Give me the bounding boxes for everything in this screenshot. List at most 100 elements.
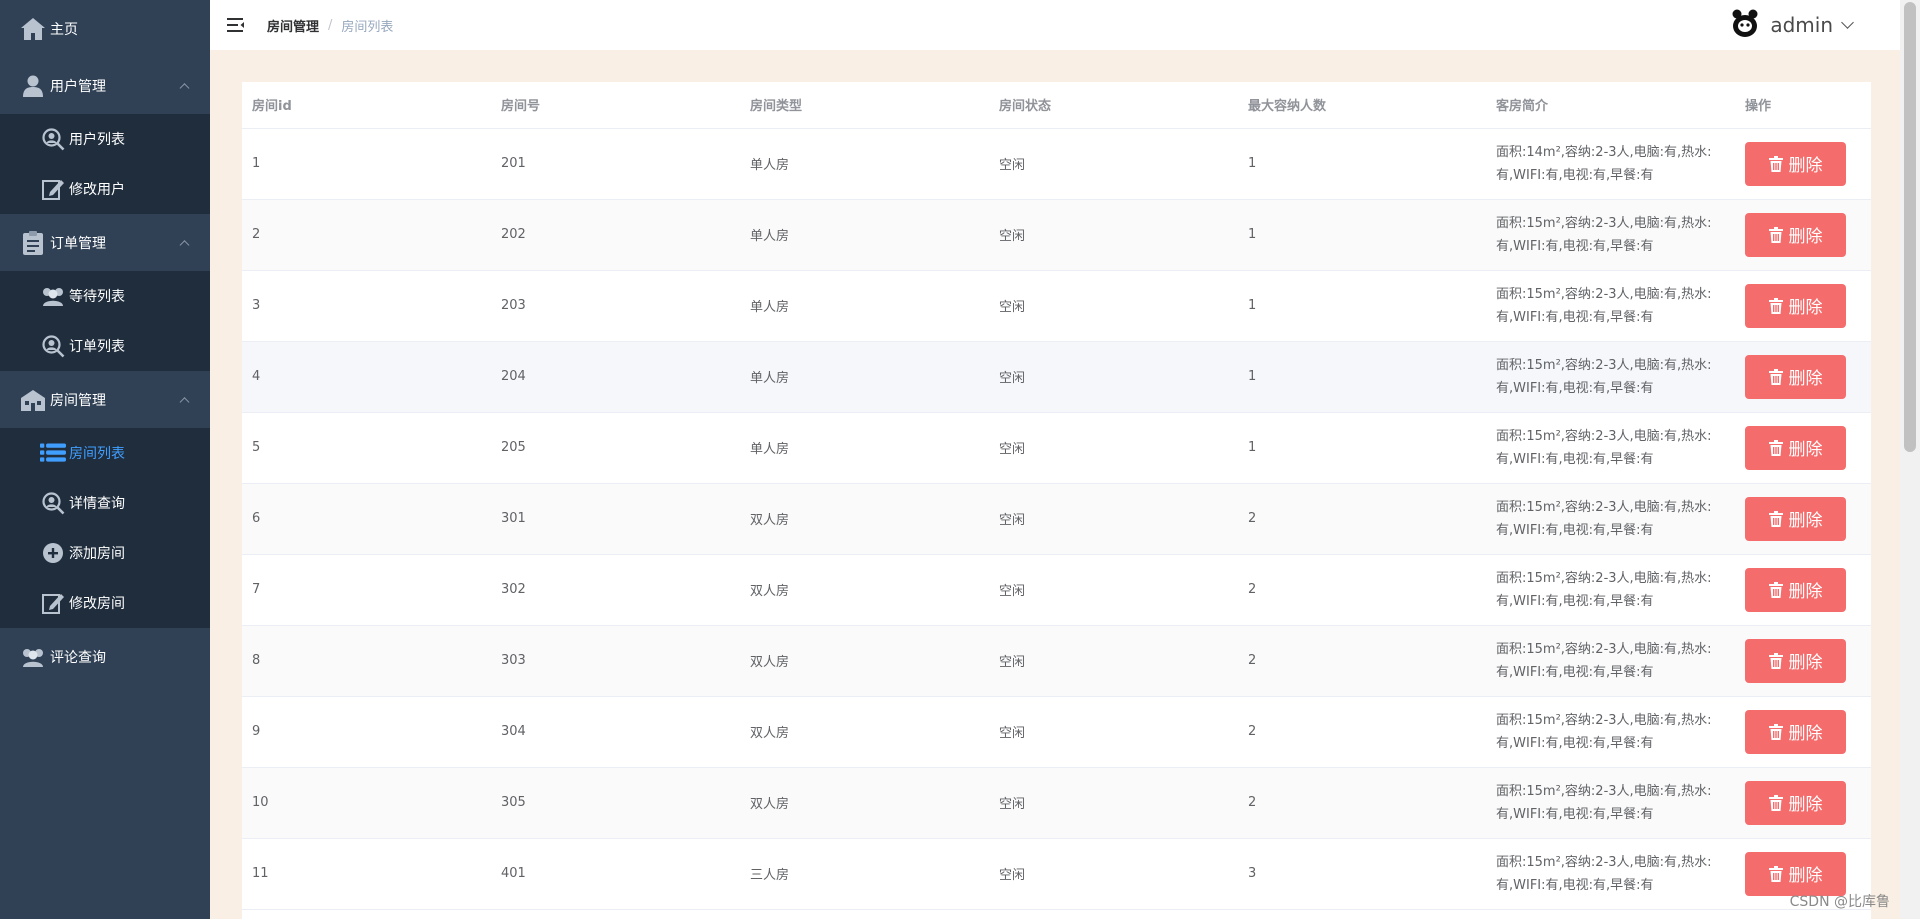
chevron-down-icon [1841, 16, 1854, 29]
delete-button[interactable]: 删除 [1745, 354, 1846, 399]
cell-room-id: 5 [242, 412, 491, 484]
trash-icon [1768, 652, 1783, 669]
cell-room-id: 7 [242, 554, 491, 626]
delete-button[interactable]: 删除 [1745, 212, 1846, 257]
cell-room-status: 空闲 [989, 270, 1238, 342]
delete-button-label: 删除 [1788, 866, 1823, 886]
sidebar-item-detail-query[interactable]: 详情查询 [0, 478, 210, 528]
menu-group-orders: 订单管理 等待列表 订单列表 [0, 214, 210, 371]
cell-room-number: 201 [491, 128, 740, 200]
delete-button-label: 删除 [1788, 227, 1823, 247]
avatar-icon [1730, 8, 1760, 42]
scrollbar-thumb[interactable] [1904, 2, 1916, 452]
sidebar-item-edit-user[interactable]: 修改用户 [0, 164, 210, 214]
sidebar-item-user-list[interactable]: 用户列表 [0, 114, 210, 164]
cell-room-id: 8 [242, 625, 491, 697]
search-icon [40, 333, 66, 359]
room-table: 房间id 房间号 房间类型 房间状态 最大容纳人数 客房简介 操作 1 201 单人… [242, 82, 1871, 910]
cell-room-status: 空闲 [989, 483, 1238, 555]
cell-room-number: 303 [491, 625, 740, 697]
table-body: 1 201 单人房 空闲 1 面积:14m²,容纳:2-3人,电脑:有,热水:有,WIFI… [242, 128, 1871, 910]
cell-room-description: 面积:15m²,容纳:2-3人,电脑:有,热水:有,WIFI:有,电视:有,早餐… [1486, 554, 1735, 626]
cell-room-number: 304 [491, 696, 740, 768]
menu-title-orders-label: 订单管理 [50, 235, 106, 252]
sidebar-item-edit-room[interactable]: 修改房间 [0, 578, 210, 628]
cell-room-type: 双人房 [740, 696, 989, 768]
menu-title-rooms[interactable]: 房间管理 [0, 371, 210, 428]
sidebar-item-room-list-label: 房间列表 [69, 446, 125, 462]
menu-title-orders[interactable]: 订单管理 [0, 214, 210, 271]
sidebar-item-room-list[interactable]: 房间列表 [0, 428, 210, 478]
menu-title-users[interactable]: 用户管理 [0, 57, 210, 114]
sidebar-item-waiting-list[interactable]: 等待列表 [0, 271, 210, 321]
cell-max-capacity: 1 [1238, 341, 1486, 413]
breadcrumb-room-management[interactable]: 房间管理 [267, 16, 319, 35]
trash-icon [1768, 439, 1783, 456]
chevron-up-icon [179, 82, 190, 93]
sidebar-item-order-list[interactable]: 订单列表 [0, 321, 210, 371]
cell-room-status: 空闲 [989, 554, 1238, 626]
menu-comments[interactable]: 评论查询 [0, 628, 210, 685]
cell-room-status: 空闲 [989, 767, 1238, 839]
cell-room-description: 面积:15m²,容纳:2-3人,电脑:有,热水:有,WIFI:有,电视:有,早餐… [1486, 270, 1735, 342]
delete-button-label: 删除 [1788, 440, 1823, 460]
table-row: 6 301 双人房 空闲 2 面积:15m²,容纳:2-3人,电脑:有,热水:有,WIFI… [242, 483, 1871, 555]
cell-room-type: 双人房 [740, 767, 989, 839]
cell-actions: 删除 [1735, 412, 1871, 484]
list-icon [40, 440, 66, 466]
cell-max-capacity: 2 [1238, 767, 1486, 839]
delete-button[interactable]: 删除 [1745, 780, 1846, 825]
delete-button[interactable]: 删除 [1745, 567, 1846, 612]
delete-button[interactable]: 删除 [1745, 709, 1846, 754]
cell-room-status: 空闲 [989, 128, 1238, 200]
cell-room-status: 空闲 [989, 412, 1238, 484]
cell-room-id: 10 [242, 767, 491, 839]
cell-room-description: 面积:14m²,容纳:2-3人,电脑:有,热水:有,WIFI:有,电视:有,早餐… [1486, 128, 1735, 200]
cell-max-capacity: 2 [1238, 483, 1486, 555]
table-row: 10 305 双人房 空闲 2 面积:15m²,容纳:2-3人,电脑:有,热水:有,WIF… [242, 767, 1871, 839]
delete-button[interactable]: 删除 [1745, 425, 1846, 470]
user-dropdown[interactable]: admin [1730, 0, 1854, 50]
sidebar-item-user-list-label: 用户列表 [69, 132, 125, 148]
table-row: 11 401 三人房 空闲 3 面积:15m²,容纳:2-3人,电脑:有,热水:有,WIF… [242, 838, 1871, 910]
cell-room-type: 三人房 [740, 838, 989, 910]
cell-room-type: 单人房 [740, 199, 989, 271]
delete-button-label: 删除 [1788, 298, 1823, 318]
table-row: 2 202 单人房 空闲 1 面积:15m²,容纳:2-3人,电脑:有,热水:有,WIFI… [242, 199, 1871, 271]
users-group-icon [40, 283, 66, 309]
sidebar-item-add-room[interactable]: 添加房间 [0, 528, 210, 578]
menu-home[interactable]: 主页 [0, 0, 210, 57]
cell-actions: 删除 [1735, 270, 1871, 342]
cell-actions: 删除 [1735, 199, 1871, 271]
cell-room-number: 401 [491, 838, 740, 910]
cell-actions: 删除 [1735, 341, 1871, 413]
home-icon [20, 16, 46, 42]
delete-button-label: 删除 [1788, 156, 1823, 176]
cell-room-id: 6 [242, 483, 491, 555]
cell-room-status: 空闲 [989, 696, 1238, 768]
delete-button[interactable]: 删除 [1745, 851, 1846, 896]
cell-room-id: 11 [242, 838, 491, 910]
watermark: CSDN @比库鲁 [1789, 894, 1890, 910]
table-row: 4 204 单人房 空闲 1 面积:15m²,容纳:2-3人,电脑:有,热水:有,WIFI… [242, 341, 1871, 413]
menu-title-users-label: 用户管理 [50, 78, 106, 95]
cell-room-type: 单人房 [740, 341, 989, 413]
table-row: 8 303 双人房 空闲 2 面积:15m²,容纳:2-3人,电脑:有,热水:有,WIFI… [242, 625, 1871, 697]
cell-room-type: 单人房 [740, 128, 989, 200]
cell-max-capacity: 2 [1238, 625, 1486, 697]
breadcrumb-separator: / [328, 17, 333, 33]
delete-button[interactable]: 删除 [1745, 283, 1846, 328]
table-row: 3 203 单人房 空闲 1 面积:15m²,容纳:2-3人,电脑:有,热水:有,WIFI… [242, 270, 1871, 342]
user-name: admin [1770, 13, 1833, 37]
delete-button[interactable]: 删除 [1745, 496, 1846, 541]
delete-button[interactable]: 删除 [1745, 141, 1846, 186]
cell-actions: 删除 [1735, 696, 1871, 768]
delete-button-label: 删除 [1788, 795, 1823, 815]
hamburger-icon[interactable] [227, 17, 245, 33]
page-scrollbar[interactable] [1900, 0, 1920, 919]
cell-room-number: 302 [491, 554, 740, 626]
edit-icon [40, 176, 66, 202]
chevron-up-icon [179, 239, 190, 250]
delete-button[interactable]: 删除 [1745, 638, 1846, 683]
delete-button-label: 删除 [1788, 511, 1823, 531]
